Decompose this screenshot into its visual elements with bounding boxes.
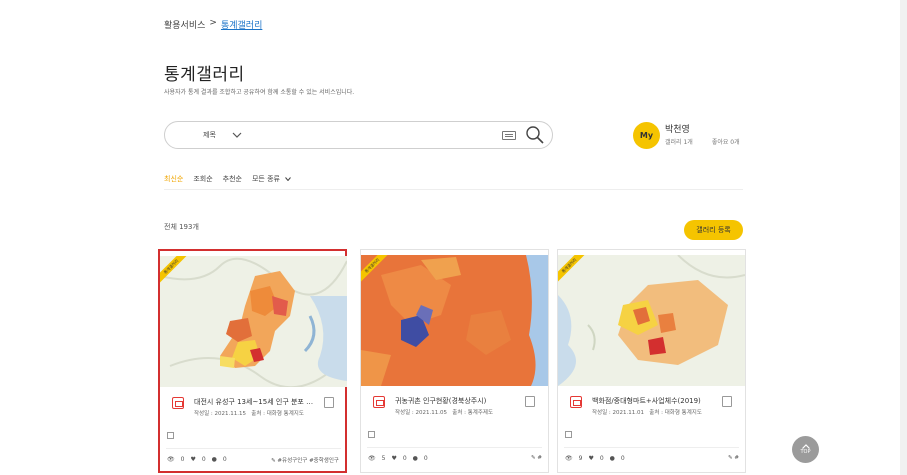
comment-count: 0 bbox=[423, 455, 428, 462]
type-filter-label: 모든 종류 bbox=[251, 175, 280, 183]
card-tags[interactable]: ✎ #유성구인구 #중학생인구 bbox=[271, 456, 339, 464]
search-icon[interactable] bbox=[525, 125, 545, 145]
heart-icon[interactable]: ♥ bbox=[190, 456, 195, 463]
gallery-count: 갤러리 1개 bbox=[665, 139, 693, 146]
card-counts: 👁 9 ♥ 0 ● 0 bbox=[565, 455, 625, 462]
gallery-card[interactable]: 통계갤러리 백화점/중대형마트+사업체수(2019) 작성일 : 2021.11… bbox=[557, 249, 746, 473]
gallery-ribbon: 통계갤러리 bbox=[558, 255, 594, 291]
gallery-ribbon: 통계갤러리 bbox=[160, 256, 196, 292]
page-title: 통계갤러리 bbox=[164, 65, 245, 85]
gallery-card[interactable]: 통계갤러리 대전시 유성구 13세~15세 인구 분포 … 작성일 : 2021… bbox=[158, 249, 347, 473]
breadcrumb-separator: > bbox=[209, 18, 217, 28]
chevron-down-icon bbox=[285, 177, 291, 181]
gallery-card[interactable]: 통계갤러리 귀농귀촌 인구현황(경북상주시) 작성일 : 2021.11.05 … bbox=[360, 249, 549, 473]
card-date: 작성일 : 2021.11.15 bbox=[194, 411, 247, 417]
comment-count: 0 bbox=[620, 455, 625, 462]
card-counts: 👁 0 ♥ 0 ● 0 bbox=[167, 456, 227, 463]
sort-views[interactable]: 조회순 bbox=[193, 174, 212, 184]
avatar[interactable]: My bbox=[633, 122, 660, 149]
sort-latest[interactable]: 최신순 bbox=[164, 174, 183, 184]
comment-icon: ● bbox=[211, 456, 217, 463]
divider bbox=[164, 189, 743, 190]
breadcrumb-root[interactable]: 활용서비스 bbox=[164, 18, 205, 31]
breadcrumb: 활용서비스 > 통계갤러리 bbox=[164, 18, 262, 31]
heart-icon[interactable]: ♥ bbox=[588, 455, 593, 462]
user-stats: 갤러리 1개 좋아요 0개 bbox=[665, 137, 740, 146]
comment-icon: ● bbox=[609, 455, 615, 462]
type-filter-select[interactable]: 모든 종류 bbox=[252, 174, 291, 184]
tag-icon: ✎ bbox=[531, 455, 536, 461]
card-tags[interactable]: ✎ # bbox=[531, 455, 542, 461]
tag-icon: ✎ bbox=[271, 458, 276, 464]
card-title[interactable]: 대전시 유성구 13세~15세 인구 분포 … bbox=[194, 397, 329, 407]
card-counts: 👁 5 ♥ 0 ● 0 bbox=[368, 455, 428, 462]
card-meta: 작성일 : 2021.11.01 출처 : 대화형 통계지도 bbox=[592, 408, 702, 416]
card-meta: 작성일 : 2021.11.05 출처 : 통계주제도 bbox=[395, 408, 493, 416]
like-count: 0 bbox=[599, 455, 604, 462]
copy-icon[interactable] bbox=[324, 397, 334, 408]
edit-icon[interactable] bbox=[368, 431, 375, 438]
search-type-select[interactable]: 제목 bbox=[203, 130, 242, 140]
divider bbox=[564, 447, 739, 448]
eye-icon: 👁 bbox=[368, 455, 376, 462]
map-type-icon bbox=[172, 397, 184, 409]
tag-icon: ✎ bbox=[728, 455, 733, 461]
like-count: 좋아요 0개 bbox=[711, 139, 740, 146]
scroll-top-button[interactable]: TOP bbox=[792, 436, 819, 463]
view-count: 5 bbox=[381, 455, 386, 462]
card-date: 작성일 : 2021.11.01 bbox=[592, 410, 645, 416]
card-source: 출처 : 대화형 통계지도 bbox=[251, 411, 304, 417]
divider bbox=[166, 448, 341, 449]
copy-icon[interactable] bbox=[525, 396, 535, 407]
heart-icon[interactable]: ♥ bbox=[391, 455, 396, 462]
card-date: 작성일 : 2021.11.05 bbox=[395, 410, 448, 416]
search-type-label: 제목 bbox=[203, 131, 216, 139]
keyboard-icon[interactable] bbox=[502, 131, 516, 140]
breadcrumb-current[interactable]: 통계갤러리 bbox=[221, 18, 262, 31]
card-title[interactable]: 귀농귀촌 인구현황(경북상주시) bbox=[395, 396, 530, 406]
card-source: 출처 : 대화형 통계지도 bbox=[649, 410, 702, 416]
copy-icon[interactable] bbox=[722, 396, 732, 407]
sort-bar: 최신순 조회순 추천순 모든 종류 bbox=[164, 174, 291, 184]
gallery-ribbon: 통계갤러리 bbox=[361, 255, 397, 291]
card-title[interactable]: 백화점/중대형마트+사업체수(2019) bbox=[592, 396, 727, 406]
card-tags[interactable]: ✎ # bbox=[728, 455, 739, 461]
edit-icon[interactable] bbox=[565, 431, 572, 438]
sort-recommend[interactable]: 추천순 bbox=[223, 174, 242, 184]
view-count: 0 bbox=[180, 456, 185, 463]
card-meta: 작성일 : 2021.11.15 출처 : 대화형 통계지도 bbox=[194, 409, 304, 417]
like-count: 0 bbox=[402, 455, 407, 462]
comment-count: 0 bbox=[222, 456, 227, 463]
eye-icon: 👁 bbox=[565, 455, 573, 462]
view-count: 9 bbox=[578, 455, 583, 462]
search-bar: 제목 bbox=[164, 121, 553, 149]
eye-icon: 👁 bbox=[167, 456, 175, 463]
card-source: 출처 : 통계주제도 bbox=[452, 410, 494, 416]
chevron-down-icon bbox=[232, 132, 242, 138]
like-count: 0 bbox=[201, 456, 206, 463]
page-description: 사용자가 통계 결과를 조합하고 공유하여 함께 소통할 수 있는 서비스입니다… bbox=[164, 89, 355, 96]
total-count: 전체 193개 bbox=[164, 223, 199, 231]
map-type-icon bbox=[570, 396, 582, 408]
edit-icon[interactable] bbox=[167, 432, 174, 439]
top-label: TOP bbox=[800, 449, 811, 455]
map-type-icon bbox=[373, 396, 385, 408]
register-gallery-button[interactable]: 갤러리 등록 bbox=[684, 220, 743, 240]
user-name: 박천영 bbox=[665, 125, 690, 135]
divider bbox=[367, 447, 542, 448]
scrollbar[interactable] bbox=[900, 0, 907, 475]
comment-icon: ● bbox=[412, 455, 418, 462]
